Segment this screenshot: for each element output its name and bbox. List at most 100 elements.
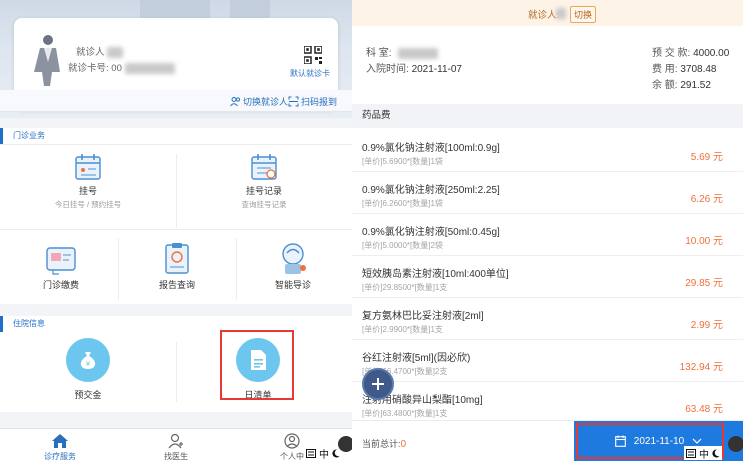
prepay-label: 预 交 款: (652, 48, 691, 59)
tile-report-query[interactable]: 报告查询 (132, 238, 222, 291)
moon-icon (332, 448, 340, 457)
balance-label: 余 额: (652, 80, 678, 91)
admit-row: 入院时间: 2021-11-07 (366, 60, 462, 75)
item-name: 0.9%氯化钠注射液[100ml:0.9g] (362, 143, 500, 154)
daily-list-highlight (220, 330, 294, 400)
item-detail: [单价]2.9900*[数量]1支 (362, 325, 443, 334)
tile-smart-guide[interactable]: 智能导诊 (248, 238, 338, 291)
bottom-tab-bar: 诊疗服务 找医生 个人中 (0, 428, 352, 474)
card-number-row: 就诊卡号: 00 (68, 60, 175, 74)
cost-label: 费 用: (652, 64, 678, 75)
admit-value: 2021-11-07 (411, 64, 462, 75)
item-price: 2.99 元 (690, 320, 723, 331)
item-price: 63.48 元 (685, 404, 723, 415)
switch-patient-button[interactable]: 切换 (570, 6, 597, 23)
list-item[interactable]: 短效胰岛素注射液[10ml:400单位] [单价]29.8500*[数量]1支 … (352, 256, 743, 298)
list-item[interactable]: 复方氨林巴比妥注射液[2ml] [单价]2.9900*[数量]1支 2.99 元 (352, 298, 743, 340)
scan-report-label: 扫码报到 (301, 97, 338, 107)
ime-indicator-left[interactable]: 中 (304, 446, 342, 461)
item-price: 5.69 元 (690, 152, 723, 163)
item-detail: [单价]29.8500*[数量]1支 (362, 283, 448, 292)
admit-label: 入院时间: (366, 64, 409, 75)
qr-code-icon[interactable] (304, 46, 322, 64)
cost-row: 费 用: 3708.48 (652, 60, 717, 75)
list-item[interactable]: 0.9%氯化钠注射液[250ml:2.25] [单价]6.2600*[数量]1袋… (352, 172, 743, 214)
item-detail: [单价]5.0000*[数量]2袋 (362, 241, 443, 250)
balance-value: 291.52 (680, 80, 711, 91)
total-value: 0 (400, 439, 407, 450)
ime-mode-label: 中 (319, 449, 329, 461)
dept-row: 科 室: (366, 44, 439, 59)
item-name: 0.9%氯化钠注射液[250ml:2.25] (362, 185, 500, 196)
tile-register-records-label: 挂号记录 (245, 186, 282, 196)
total-label: 当前总计: (362, 439, 401, 449)
patient-top-bar: 就诊人: 切换 (352, 0, 743, 26)
top-visitor-label: 就诊人: (528, 10, 560, 21)
tab-medical-services-label: 诊疗服务 (44, 452, 76, 461)
list-item[interactable]: 0.9%氯化钠注射液[50ml:0.45g] [单价]5.0000*[数量]2袋… (352, 214, 743, 256)
visitor-row: 就诊人 (76, 44, 124, 58)
item-name: 谷红注射液[5ml](因必欣) (362, 353, 471, 364)
visitor-label: 就诊人 (76, 47, 105, 58)
item-name: 短效胰岛素注射液[10ml:400单位] (362, 269, 509, 280)
tab-personal-center-label: 个人中 (280, 452, 304, 461)
switch-patient-label: 切换就诊人 (243, 97, 289, 107)
item-price: 10.00 元 (685, 236, 723, 247)
payment-card-icon (46, 247, 76, 275)
list-item[interactable]: 0.9%氯化钠注射液[100ml:0.9g] [单价]5.6900*[数量]1袋… (352, 130, 743, 172)
report-clipboard-icon (165, 243, 189, 274)
outpatient-section-title: 门诊业务 (0, 128, 352, 144)
outpatient-section: 门诊业务 挂号 今日挂号 / 预约挂号 挂号记录 查询挂号记录 门诊缴费 报告查… (0, 128, 352, 304)
daily-list-panel: 就诊人: 切换 科 室: 入院时间: 2021-11-07 预 交 款: 400… (352, 0, 743, 474)
item-price: 132.94 元 (679, 362, 723, 373)
current-total: 当前总计:0 (362, 437, 406, 450)
card-number-label: 就诊卡号: (68, 63, 109, 74)
keyboard-icon (686, 448, 696, 458)
dept-label: 科 室: (366, 48, 392, 59)
people-icon (230, 97, 241, 107)
item-detail: [单价]5.6900*[数量]1袋 (362, 157, 443, 166)
tile-prepayment-label: 预交金 (74, 390, 102, 400)
prepayment-circle: ¥ (66, 338, 110, 382)
scan-report-link[interactable]: 扫码报到 (288, 95, 337, 108)
item-detail: [单价]63.4800*[数量]1支 (362, 409, 448, 418)
svg-text:¥: ¥ (86, 360, 91, 368)
prepay-value: 4000.00 (693, 48, 730, 59)
item-price: 6.26 元 (690, 194, 723, 205)
item-detail: [单价]6.2600*[数量]1袋 (362, 199, 443, 208)
tile-outpatient-payment-label: 门诊缴费 (42, 280, 79, 290)
tab-find-doctor-label: 找医生 (164, 452, 188, 461)
tile-register[interactable]: 挂号 今日挂号 / 预约挂号 (40, 150, 136, 210)
drug-fee-header: 药品费 (352, 104, 743, 128)
patient-actions-bar: 切换就诊人 扫码报到 (0, 90, 352, 112)
tile-outpatient-payment[interactable]: 门诊缴费 (16, 238, 106, 291)
tile-prepayment[interactable]: ¥ 预交金 (56, 338, 120, 401)
tab-find-doctor[interactable]: 找医生 (146, 433, 206, 462)
tile-register-records[interactable]: 挂号记录 查询挂号记录 (216, 150, 312, 210)
tile-register-sub: 今日挂号 / 预约挂号 (54, 200, 122, 209)
floating-add-button[interactable] (362, 368, 394, 400)
list-item[interactable]: 谷红注射液[5ml](因必欣) [单价]66.4700*[数量]2支 132.9… (352, 340, 743, 382)
prepay-row: 预 交 款: 4000.00 (652, 44, 729, 59)
records-calendar-icon (251, 154, 277, 180)
smart-guide-icon (282, 243, 306, 274)
doctor-add-icon (168, 433, 183, 449)
home-icon (52, 434, 68, 448)
tile-smart-guide-label: 智能导诊 (274, 280, 311, 290)
default-card-label: 默认就诊卡 (290, 69, 330, 78)
ime-mode-label: 中 (699, 449, 709, 461)
switch-patient-link[interactable]: 切换就诊人 (230, 95, 288, 108)
ime-indicator-right[interactable]: 中 (684, 446, 722, 461)
cost-value: 3708.48 (680, 64, 717, 75)
money-bag-icon: ¥ (80, 352, 96, 369)
doctor-figure-icon (34, 35, 60, 86)
scan-icon (288, 96, 299, 107)
balance-row: 余 额: 291.52 (652, 76, 711, 91)
card-number-value: 00 (111, 63, 122, 74)
hospital-home-panel: 就诊人 就诊卡号: 00 默认就诊卡 切换就诊人 扫码报到 门诊业务 挂号 今日… (0, 0, 352, 474)
floating-dot-right (728, 436, 743, 452)
tile-register-label: 挂号 (78, 186, 97, 196)
tile-report-query-label: 报告查询 (158, 280, 195, 290)
list-item[interactable]: 注射用硝酸异山梨酯[10mg] [单价]63.4800*[数量]1支 63.48… (352, 382, 743, 424)
tab-medical-services[interactable]: 诊疗服务 (30, 433, 90, 462)
